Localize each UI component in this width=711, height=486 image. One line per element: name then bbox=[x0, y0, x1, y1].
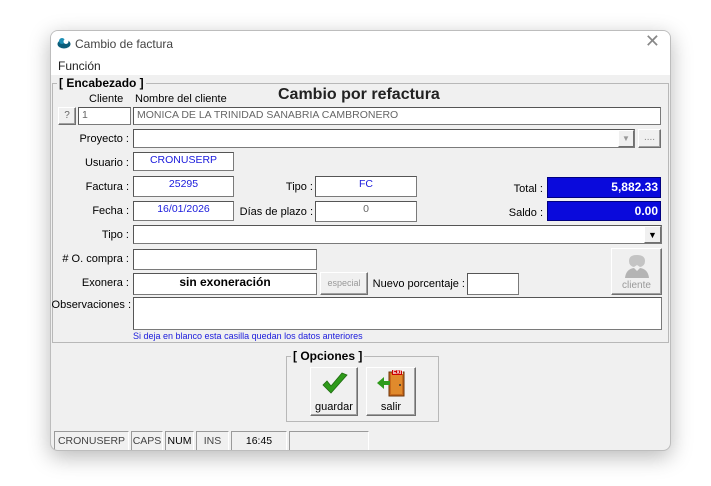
nombre-column-label: Nombre del cliente bbox=[135, 93, 227, 105]
observaciones-field[interactable] bbox=[133, 297, 662, 330]
title-bar: Cambio de factura ✕ bbox=[51, 31, 670, 56]
exit-sign-text: EXIT bbox=[393, 370, 405, 376]
salir-label: salir bbox=[380, 401, 402, 413]
orden-compra-label: # O. compra : bbox=[62, 253, 129, 265]
usuario-field[interactable]: CRONUSERP bbox=[133, 152, 234, 171]
saldo-label: Saldo : bbox=[508, 207, 543, 219]
dias-plazo-label: Días de plazo : bbox=[239, 206, 313, 218]
tipo-select[interactable] bbox=[133, 225, 662, 244]
fecha-label: Fecha : bbox=[92, 205, 129, 217]
dias-plazo-field[interactable]: 0 bbox=[315, 201, 417, 222]
exonera-label: Exonera : bbox=[81, 277, 129, 289]
saldo-value: 0.00 bbox=[547, 201, 661, 221]
total-label: Total : bbox=[513, 183, 543, 195]
cliente-column-label: Cliente bbox=[89, 93, 124, 105]
status-caps: CAPS bbox=[131, 431, 163, 450]
status-ins: INS bbox=[196, 431, 229, 450]
proyecto-dropdown-button[interactable]: ▼ bbox=[618, 130, 634, 147]
tipo-doc-field[interactable]: FC bbox=[315, 176, 417, 197]
tipo-doc-label: Tipo : bbox=[285, 181, 313, 193]
check-icon bbox=[322, 372, 348, 394]
user-silhouette-icon bbox=[625, 255, 649, 278]
encabezado-group-title: [ Encabezado ] bbox=[57, 76, 146, 90]
usuario-label: Usuario : bbox=[84, 157, 129, 169]
factura-field[interactable]: 25295 bbox=[133, 176, 234, 197]
menu-funcion[interactable]: Función bbox=[58, 59, 101, 73]
cliente-button-label: cliente bbox=[622, 280, 651, 291]
factura-label: Factura : bbox=[85, 181, 129, 193]
help-button[interactable]: ? bbox=[58, 107, 76, 125]
guardar-button[interactable]: guardar bbox=[310, 367, 358, 416]
page-heading: Cambio por refactura bbox=[278, 86, 440, 103]
nuevo-porcentaje-label: Nuevo porcentaje : bbox=[372, 278, 465, 290]
observaciones-hint: Si deja en blanco esta casilla quedan lo… bbox=[133, 331, 363, 341]
cliente-name-field[interactable]: MONICA DE LA TRINIDAD SANABRIA CAMBRONER… bbox=[133, 107, 661, 125]
total-value: 5,882.33 bbox=[547, 177, 661, 198]
nuevo-porcentaje-field[interactable] bbox=[467, 273, 519, 295]
status-time: 16:45 bbox=[231, 431, 287, 450]
status-user: CRONUSERP bbox=[54, 431, 129, 450]
exonera-field[interactable]: sin exoneración bbox=[133, 273, 317, 295]
guardar-label: guardar bbox=[315, 401, 353, 413]
tipo-label: Tipo : bbox=[101, 229, 129, 241]
opciones-group-title: [ Opciones ] bbox=[291, 349, 365, 363]
proyecto-more-button[interactable]: .... bbox=[638, 129, 661, 148]
status-bar: CRONUSERP CAPS NUM INS 16:45 bbox=[51, 431, 670, 450]
salir-button[interactable]: EXIT salir bbox=[366, 367, 416, 416]
proyecto-field[interactable] bbox=[133, 129, 635, 148]
status-extra bbox=[289, 431, 369, 450]
observaciones-label: Observaciones : bbox=[51, 299, 131, 311]
cliente-code-field[interactable]: 1 bbox=[78, 107, 131, 125]
orden-compra-field[interactable] bbox=[133, 249, 317, 270]
fecha-field[interactable]: 16/01/2026 bbox=[133, 201, 234, 221]
app-icon bbox=[57, 38, 71, 49]
proyecto-label: Proyecto : bbox=[79, 133, 129, 145]
cambio-factura-window: Cambio de factura ✕ Función [ Encabezado… bbox=[50, 30, 671, 451]
window-title: Cambio de factura bbox=[75, 37, 174, 51]
status-num: NUM bbox=[165, 431, 194, 450]
close-icon[interactable]: ✕ bbox=[645, 33, 660, 51]
especial-button[interactable]: especial bbox=[320, 272, 368, 295]
cliente-button[interactable]: cliente bbox=[611, 248, 662, 295]
opciones-group bbox=[286, 356, 439, 422]
tipo-dropdown-button[interactable]: ▼ bbox=[644, 226, 661, 243]
menu-bar: Función bbox=[51, 56, 670, 75]
